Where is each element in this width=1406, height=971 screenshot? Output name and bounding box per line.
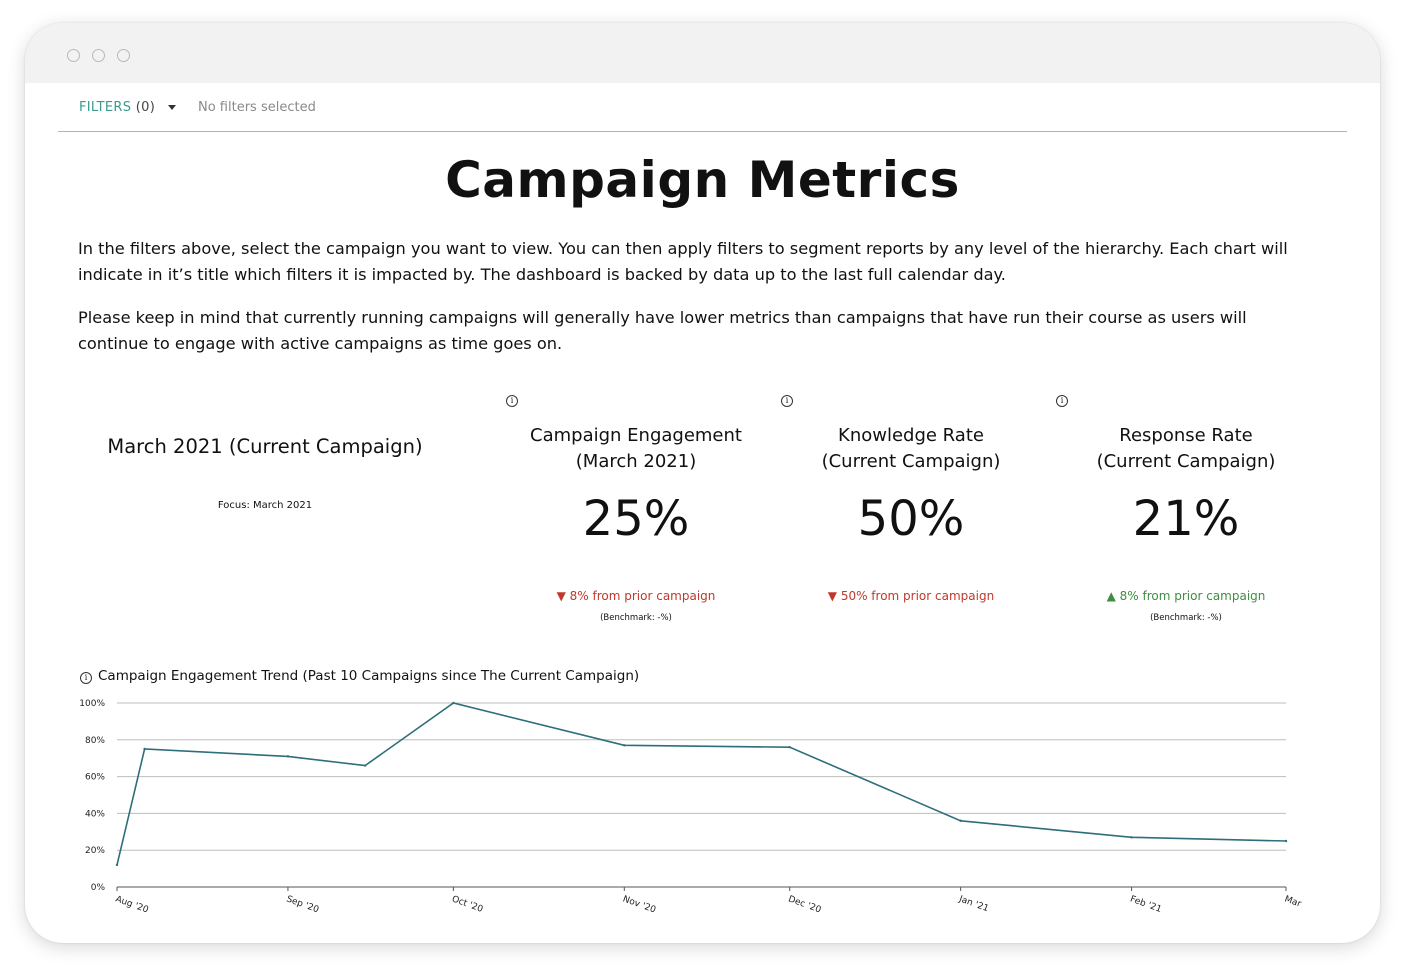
x-tick-label: Dec '20 (787, 894, 823, 915)
info-icon[interactable]: i (506, 395, 518, 407)
window-maximize-dot[interactable] (117, 49, 130, 62)
window-titlebar (25, 23, 1380, 83)
x-tick-label: Nov '20 (621, 894, 657, 915)
current-campaign-label: March 2021 (Current Campaign) (107, 435, 423, 458)
kpi-title: Campaign Engagement (March 2021) (530, 425, 742, 472)
trend-line-chart: 0% 20% 40% 60% 80% 100% Aug '20 Sep '20 Oct '20 N… (79, 699, 1305, 916)
series-line (116, 702, 1287, 866)
data-point (115, 863, 119, 867)
x-tick-label: Mar '21 (1283, 894, 1305, 915)
kpi-title: Response Rate (Current Campaign) (1096, 425, 1276, 472)
x-tick-label: Jan '21 (957, 894, 990, 914)
x-tick-label: Feb '21 (1129, 894, 1163, 915)
y-tick-label: 40% (85, 809, 105, 819)
filter-status: No filters selected (198, 100, 316, 115)
trend-chart-title: i Campaign Engagement Trend (Past 10 Camp… (80, 668, 639, 684)
filters-count: (0) (135, 100, 156, 115)
campaign-focus-text: Focus: March 2021 (217, 500, 313, 511)
kpi-delta: ▼ 8% from prior campaign (556, 589, 716, 603)
kpi-delta: ▲ 8% from prior campaign (1106, 589, 1266, 603)
data-point (286, 755, 290, 758)
page-title: Campaign Metrics (445, 151, 960, 209)
data-point (788, 745, 791, 749)
filters-label: FILTERS (79, 100, 132, 115)
intro-paragraph-1: In the filters above, select the campaig… (78, 239, 1288, 284)
data-point (452, 701, 455, 705)
data-point (143, 747, 146, 751)
info-icon[interactable]: i (80, 672, 92, 684)
data-point (1284, 839, 1288, 843)
window-close-dot[interactable] (67, 49, 80, 62)
filter-bar: FILTERS (0) No filters selected (58, 83, 1347, 132)
kpi-benchmark: (Benchmark: -%) (600, 613, 672, 623)
info-icon[interactable]: i (1056, 395, 1068, 407)
intro-paragraph-2: Please keep in mind that currently runni… (78, 308, 1247, 353)
info-icon[interactable]: i (781, 395, 793, 407)
y-tick-label: 80% (85, 736, 105, 746)
data-point (363, 764, 367, 767)
x-tick-label: Oct '20 (450, 894, 484, 915)
kpi-delta: ▼ 50% from prior campaign (827, 589, 995, 603)
kpi-value: 50% (857, 491, 965, 547)
y-tick-label: 0% (91, 883, 106, 893)
kpi-value: 25% (582, 491, 690, 547)
data-point (623, 744, 626, 747)
data-point (1130, 836, 1133, 839)
kpi-value: 21% (1132, 491, 1240, 547)
x-tick-label: Aug '20 (114, 894, 150, 915)
caret-down-icon (167, 105, 176, 110)
data-point (959, 819, 962, 822)
trend-chart-title-text: Campaign Engagement Trend (Past 10 Campa… (98, 668, 640, 684)
filters-dropdown-button[interactable]: FILTERS (0) (79, 100, 176, 115)
kpi-benchmark: (Benchmark: -%) (1150, 613, 1222, 623)
y-tick-label: 100% (79, 699, 105, 709)
window-minimize-dot[interactable] (92, 49, 105, 62)
x-tick-label: Sep '20 (285, 894, 320, 915)
kpi-title: Knowledge Rate (Current Campaign) (821, 425, 1001, 472)
y-tick-label: 60% (85, 773, 105, 783)
browser-window: FILTERS (0) No filters selected Campaign… (25, 23, 1380, 943)
y-tick-label: 20% (85, 846, 105, 856)
